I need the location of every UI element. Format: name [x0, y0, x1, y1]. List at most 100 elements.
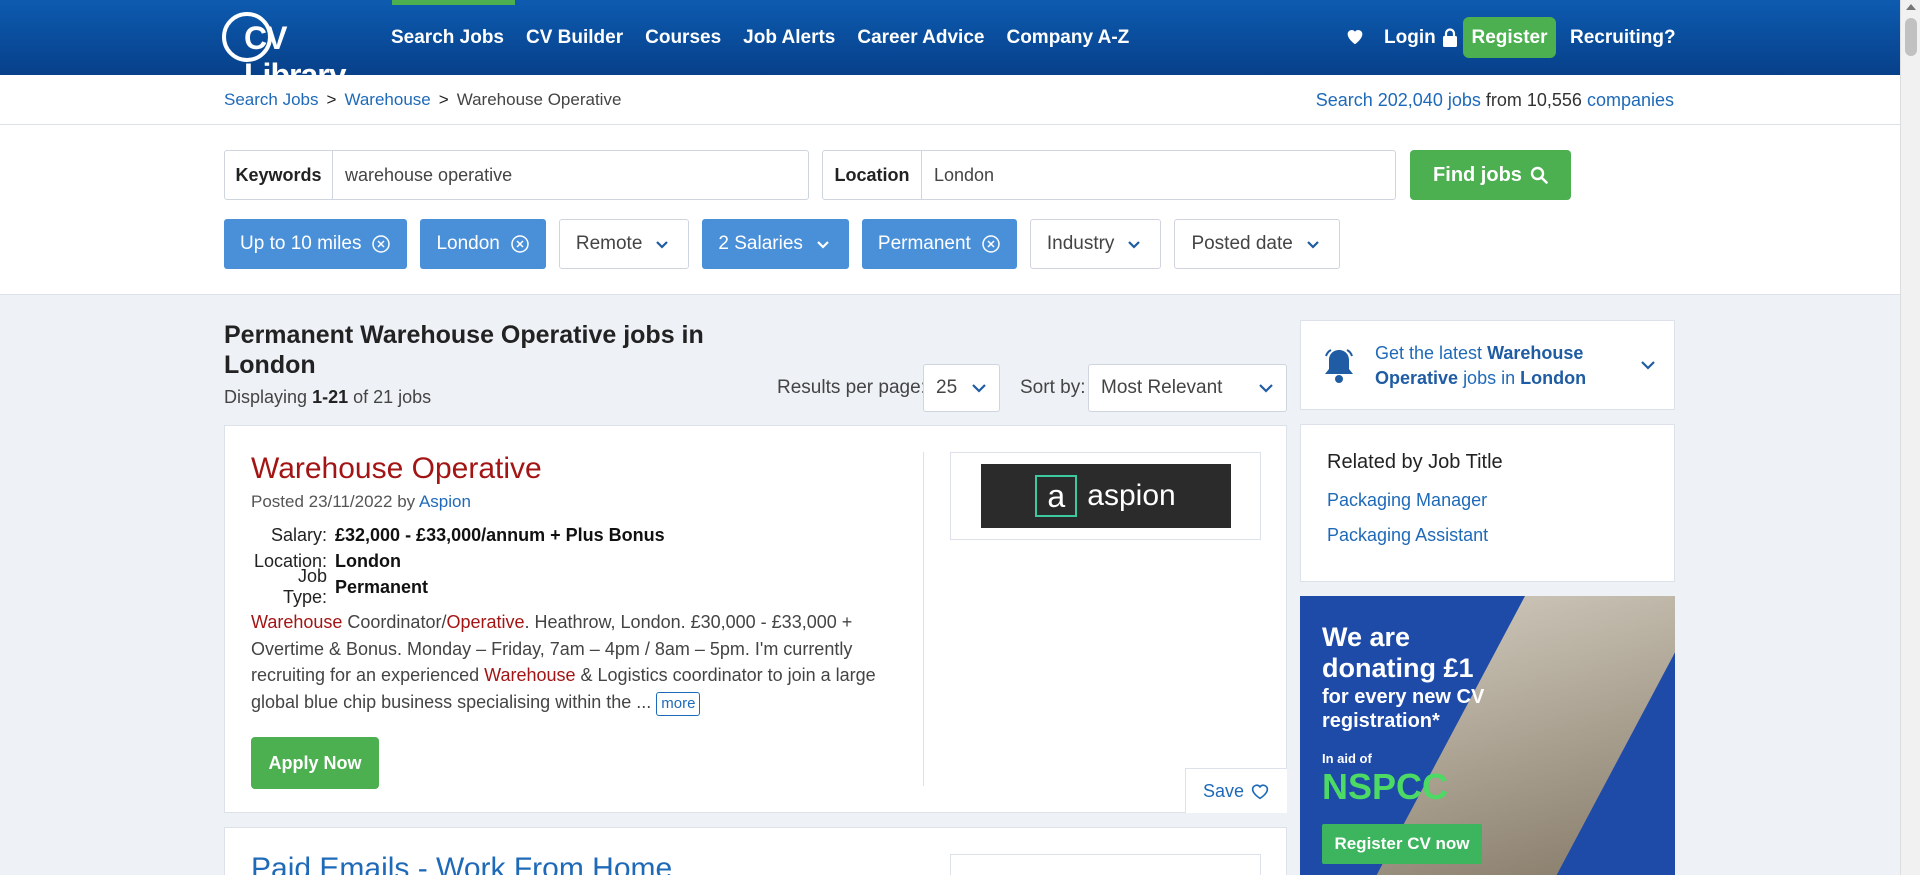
- job-alert-box[interactable]: Get the latest Warehouse Operative jobs …: [1300, 320, 1675, 410]
- keywords-input[interactable]: [333, 151, 808, 199]
- filter-job-type[interactable]: Permanent: [861, 219, 1017, 269]
- find-jobs-label: Find jobs: [1433, 163, 1522, 186]
- more-button[interactable]: more: [656, 691, 701, 716]
- login-label: Login: [1384, 27, 1436, 48]
- card-divider: [923, 452, 924, 786]
- breadcrumb-warehouse[interactable]: Warehouse: [344, 75, 430, 125]
- results-title: Permanent Warehouse Operative jobs in Lo…: [224, 321, 704, 379]
- filter-job-type-label: Permanent: [877, 233, 971, 254]
- keyword-highlight: Warehouse: [484, 665, 576, 685]
- job-posted-date: Posted 23/11/2022 by: [251, 492, 416, 511]
- remove-filter-icon[interactable]: [510, 234, 530, 254]
- ad-subline: for every new CV registration*: [1322, 686, 1485, 732]
- top-navigation-bar: CV Library Search Jobs CV Builder Course…: [0, 0, 1900, 93]
- heart-outline-icon: [1251, 784, 1269, 800]
- nav-cv-builder[interactable]: CV Builder: [515, 0, 634, 75]
- cv-library-logo[interactable]: CV Library: [222, 12, 362, 93]
- scrollbar-thumb[interactable]: [1905, 18, 1917, 56]
- page-scrollbar[interactable]: [1900, 0, 1920, 875]
- filter-industry[interactable]: Industry: [1029, 219, 1162, 269]
- job-card: Warehouse Operative Posted 23/11/2022 by…: [224, 425, 1287, 813]
- salary-value: £32,000 - £33,000/annum + Plus Bonus: [335, 524, 665, 545]
- register-cv-button[interactable]: Register CV now: [1322, 824, 1482, 864]
- filter-posted-date[interactable]: Posted date: [1174, 219, 1340, 269]
- nav-company-a-z[interactable]: Company A-Z: [995, 0, 1140, 75]
- chevron-down-icon: [817, 241, 829, 249]
- chevron-down-icon: [972, 384, 986, 393]
- breadcrumb: Search Jobs > Warehouse > Warehouse Oper…: [224, 75, 621, 125]
- breadcrumb-separator: >: [326, 90, 337, 109]
- breadcrumb-search-jobs[interactable]: Search Jobs: [224, 75, 319, 125]
- job-company-link[interactable]: Aspion: [419, 492, 471, 511]
- aspion-logo-mark: a: [1035, 475, 1078, 517]
- filter-location[interactable]: London: [420, 219, 546, 269]
- aspion-logo: a aspion: [980, 464, 1231, 528]
- results-per-page-select[interactable]: 25: [923, 364, 1000, 412]
- stats-middle: from 10,556: [1485, 90, 1582, 110]
- sort-by-label: Sort by:: [1020, 377, 1086, 398]
- filter-posted-date-label: Posted date: [1191, 233, 1293, 254]
- alert-mid: jobs in: [1463, 368, 1516, 388]
- nspcc-advert[interactable]: We are donating £1 for every new CV regi…: [1300, 596, 1675, 875]
- recruiting-link[interactable]: Recruiting?: [1570, 0, 1676, 75]
- breadcrumb-current: Warehouse Operative: [456, 90, 622, 109]
- job-card: Paid Emails - Work From Home: [224, 827, 1287, 875]
- filter-distance-label: Up to 10 miles: [240, 233, 362, 254]
- apply-now-button[interactable]: Apply Now: [251, 737, 379, 789]
- company-logo[interactable]: a aspion: [950, 452, 1261, 540]
- ad-in-aid-of: In aid of: [1322, 751, 1372, 766]
- related-link-packaging-assistant[interactable]: Packaging Assistant: [1327, 525, 1488, 546]
- results-count-suffix: of 21 jobs: [353, 387, 432, 407]
- filter-distance[interactable]: Up to 10 miles: [224, 219, 408, 269]
- job-details: Salary: £32,000 - £33,000/annum + Plus B…: [251, 522, 665, 608]
- keyword-highlight: Warehouse: [251, 612, 343, 632]
- login-link[interactable]: Login: [1384, 0, 1458, 75]
- nav-search-jobs[interactable]: Search Jobs: [380, 0, 515, 75]
- filter-remote[interactable]: Remote: [558, 219, 690, 269]
- lock-icon: [1442, 27, 1457, 47]
- filter-industry-label: Industry: [1046, 233, 1115, 254]
- job-salary-row: Salary: £32,000 - £33,000/annum + Plus B…: [251, 522, 665, 548]
- breadcrumb-bar: Search Jobs > Warehouse > Warehouse Oper…: [0, 75, 1900, 125]
- job-description: Warehouse Coordinator/Operative. Heathro…: [251, 609, 901, 716]
- alert-prefix: Get the latest: [1375, 343, 1483, 363]
- nav-courses[interactable]: Courses: [634, 0, 732, 75]
- breadcrumb-separator: >: [438, 90, 449, 109]
- location-value: London: [335, 550, 401, 571]
- company-logo[interactable]: [950, 854, 1261, 875]
- register-button[interactable]: Register: [1463, 17, 1556, 58]
- salary-label: Salary:: [270, 524, 327, 545]
- sort-by-value: Most Relevant: [1101, 377, 1223, 398]
- job-title-link[interactable]: Warehouse Operative: [251, 452, 542, 486]
- stats-jobs-link[interactable]: 202,040 jobs: [1378, 90, 1481, 110]
- job-type-row: Job Type: Permanent: [251, 566, 665, 607]
- remove-filter-icon[interactable]: [371, 234, 391, 254]
- main-nav: Search Jobs CV Builder Courses Job Alert…: [380, 0, 1140, 75]
- related-link-packaging-manager[interactable]: Packaging Manager: [1327, 490, 1487, 511]
- ad-nspcc-logo: NSPCC: [1322, 766, 1449, 807]
- save-job-button[interactable]: Save: [1185, 768, 1287, 813]
- find-jobs-button[interactable]: Find jobs: [1410, 150, 1571, 200]
- location-input[interactable]: [922, 151, 1395, 199]
- filter-chips: Up to 10 miles London Remote 2 Salaries …: [224, 219, 1340, 269]
- filter-location-label: London: [436, 233, 500, 254]
- sort-by-select[interactable]: Most Relevant: [1088, 364, 1287, 412]
- scroll-up-arrow-icon[interactable]: [1906, 4, 1916, 10]
- aspion-logo-text: aspion: [1087, 479, 1176, 512]
- stats-companies-link[interactable]: companies: [1587, 90, 1674, 110]
- nav-career-advice[interactable]: Career Advice: [846, 0, 995, 75]
- chevron-down-icon: [1259, 384, 1273, 393]
- filter-salaries[interactable]: 2 Salaries: [702, 219, 849, 269]
- filter-remote-label: Remote: [575, 233, 643, 254]
- stats-search-prefix[interactable]: Search: [1316, 90, 1373, 110]
- save-label: Save: [1202, 780, 1245, 801]
- results-count-prefix: Displaying: [224, 387, 308, 407]
- saved-jobs-heart-icon[interactable]: [1344, 25, 1366, 47]
- remove-filter-icon[interactable]: [981, 234, 1001, 254]
- nav-job-alerts[interactable]: Job Alerts: [732, 0, 846, 75]
- ad-headline: We are donating £1: [1322, 622, 1474, 683]
- job-title-link[interactable]: Paid Emails - Work From Home: [251, 852, 672, 875]
- job-posted-info: Posted 23/11/2022 by Aspion: [251, 492, 471, 512]
- location-field: Location: [822, 150, 1396, 200]
- keywords-label: Keywords: [225, 151, 333, 199]
